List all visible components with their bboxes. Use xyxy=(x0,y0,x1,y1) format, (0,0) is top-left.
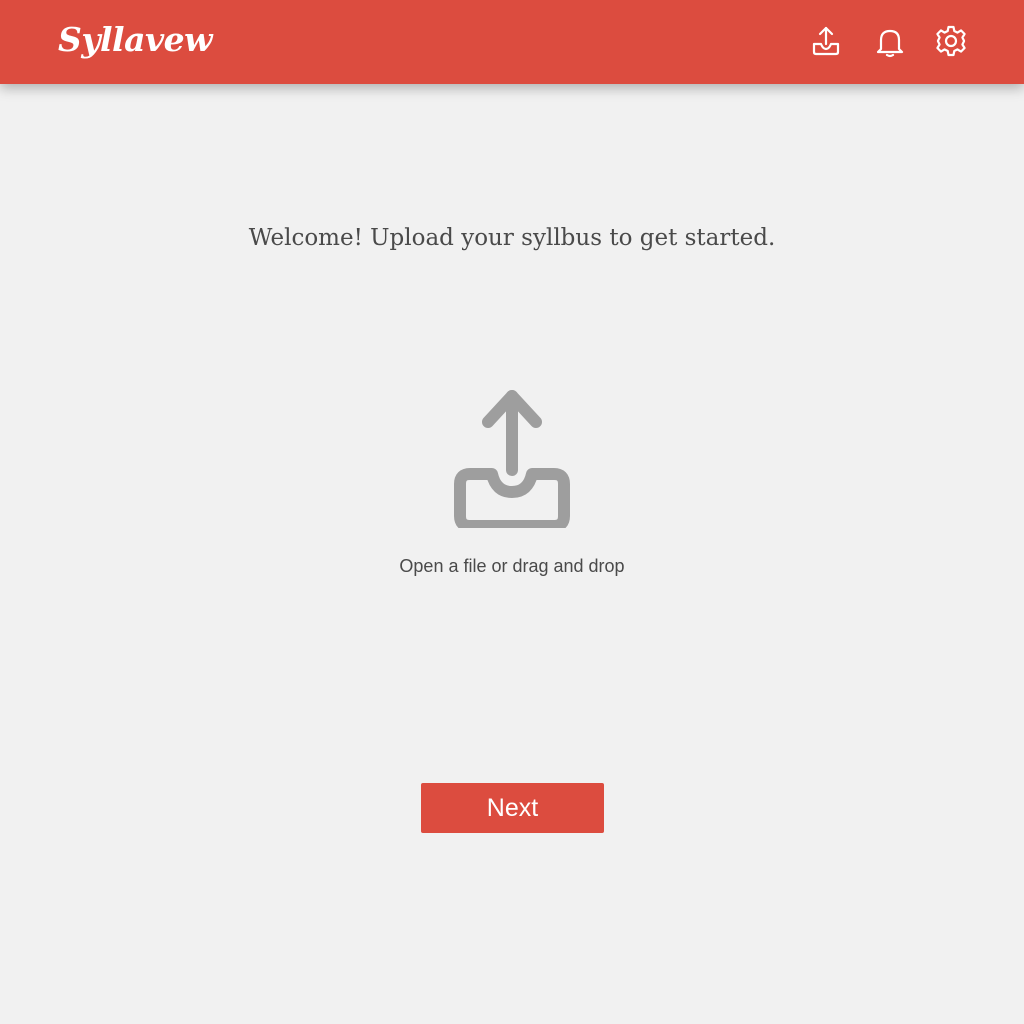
gear-icon[interactable] xyxy=(934,24,968,58)
welcome-message: Welcome! Upload your syllbus to get star… xyxy=(248,225,776,251)
upload-icon[interactable] xyxy=(440,384,584,528)
app-logo[interactable]: Syllavew xyxy=(58,18,213,62)
next-button[interactable]: Next xyxy=(421,783,604,833)
dropzone-label: Open a file or drag and drop xyxy=(399,556,625,576)
upload-icon[interactable] xyxy=(809,24,843,58)
file-dropzone[interactable]: Open a file or drag and drop xyxy=(372,372,652,592)
bell-icon[interactable] xyxy=(873,24,907,58)
app-header: Syllavew xyxy=(0,0,1024,84)
